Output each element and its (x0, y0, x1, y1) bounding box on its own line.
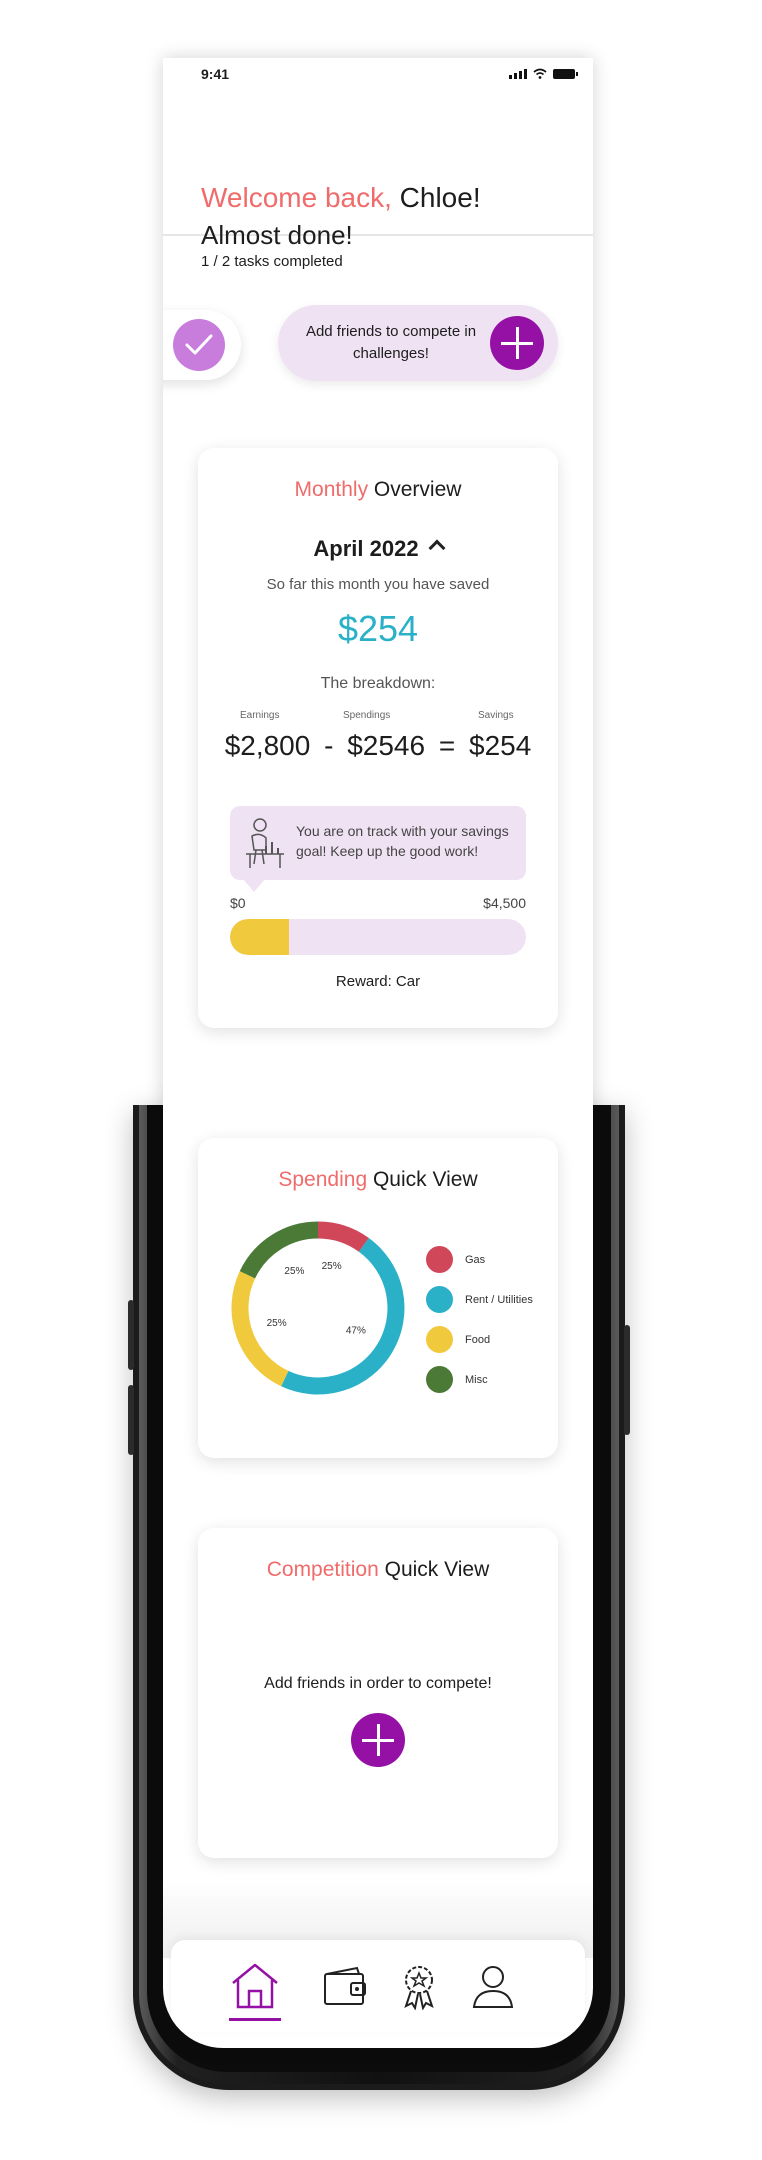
donut-slice-misc (239, 1221, 319, 1279)
goal-range-min: $0 (230, 895, 246, 911)
legend-swatch (426, 1286, 453, 1313)
pending-task-card[interactable]: Add friends to compete in challenges! (278, 305, 558, 381)
legend-label: Gas (465, 1253, 486, 1266)
pending-task-text: Add friends to compete in challenges! (305, 323, 477, 362)
welcome-prefix: Welcome back, (201, 182, 392, 213)
tip-text: You are on track with your savings goal!… (296, 823, 509, 859)
earnings-value: $2,800 (224, 730, 311, 761)
savings-equation: $2,800 - $2546 = $254 (198, 730, 558, 762)
check-icon (173, 319, 225, 371)
competition-title: Competition Quick View (198, 1558, 558, 1582)
spending-title-accent: Spending (278, 1168, 368, 1191)
minus-sign: - (324, 730, 334, 761)
active-tab-indicator (229, 2018, 281, 2021)
volume-up-button (128, 1300, 134, 1370)
legend-swatch (426, 1366, 453, 1393)
person-desk-icon (246, 818, 284, 868)
savings-value: $254 (469, 730, 532, 761)
battery-icon (553, 69, 578, 79)
competition-title-rest: Quick View (384, 1558, 490, 1581)
completed-task-card[interactable] (163, 310, 241, 380)
chevron-up-icon (428, 539, 446, 557)
power-button (624, 1325, 630, 1435)
home-icon[interactable] (225, 1956, 285, 2016)
profile-icon[interactable] (463, 1956, 523, 2016)
spendings-label: Spendings (343, 710, 391, 721)
legend-item: Misc (426, 1366, 533, 1393)
legend-item: Rent / Utilities (426, 1286, 533, 1313)
legend-label: Food (465, 1333, 491, 1346)
donut-slice-gas (317, 1221, 369, 1252)
welcome-heading: Welcome back, Chloe! (201, 182, 481, 214)
bottom-nav (171, 1940, 585, 2032)
donut-label-0: 25% (322, 1261, 342, 1272)
spending-donut-chart: 25% 47% 25% 25% (218, 1208, 418, 1408)
volume-down-button (128, 1385, 134, 1455)
competition-quick-view-card: Competition Quick View Add friends in or… (198, 1528, 558, 1858)
header: Welcome back, Chloe! (163, 118, 593, 236)
tasks-title: Almost done! (201, 220, 353, 250)
legend-item: Gas (426, 1246, 533, 1273)
donut-label-3: 25% (284, 1266, 304, 1277)
spendings-value: $2546 (347, 730, 426, 761)
savings-progress-fill (230, 919, 290, 955)
add-friend-button[interactable] (351, 1713, 405, 1767)
spending-legend: Gas Rent / Utilities Food Misc (426, 1246, 533, 1406)
donut-label-1: 47% (346, 1325, 366, 1336)
monthly-title: Monthly Overview (198, 478, 558, 502)
legend-label: Misc (465, 1373, 488, 1386)
legend-swatch (426, 1326, 453, 1353)
wifi-icon (533, 68, 547, 79)
reward-label: Reward: Car (335, 973, 421, 990)
award-icon[interactable] (389, 1956, 449, 2016)
monthly-title-accent: Monthly (294, 478, 369, 501)
goal-range-max: $4,500 (483, 895, 526, 911)
saved-label: So far this month you have saved (266, 576, 490, 593)
equals-sign: = (438, 730, 456, 761)
savings-tip: You are on track with your savings goal!… (230, 806, 526, 880)
legend-label: Rent / Utilities (465, 1293, 533, 1306)
wallet-icon[interactable] (315, 1956, 375, 2016)
tip-pointer (242, 878, 266, 892)
donut-label-2: 25% (267, 1318, 287, 1329)
competition-title-accent: Competition (266, 1558, 379, 1581)
status-icons (509, 68, 578, 79)
breakdown-label: The breakdown: (320, 675, 436, 692)
month-selector[interactable]: April 2022 (198, 536, 558, 562)
earnings-label: Earnings (240, 710, 280, 721)
monthly-overview-card: Monthly Overview April 2022 So far this … (198, 448, 558, 1028)
app-screen: 9:41 Welcome back, Chloe! Almost done! 1… (163, 58, 593, 2048)
competition-message: Add friends in order to compete! (264, 1675, 492, 1692)
legend-item: Food (426, 1326, 533, 1353)
monthly-title-rest: Overview (373, 478, 462, 501)
legend-swatch (426, 1246, 453, 1273)
savings-label: Savings (478, 710, 514, 721)
spending-title: Spending Quick View (198, 1168, 558, 1192)
savings-progress-bar (230, 919, 526, 955)
add-friends-button[interactable] (490, 316, 544, 370)
status-time: 9:41 (201, 66, 230, 82)
status-bar: 9:41 (163, 58, 593, 98)
signal-icon (509, 69, 527, 79)
saved-amount: $254 (337, 608, 419, 649)
spending-quick-view-card: Spending Quick View 25% 47% 25% 25% Gas Rent… (198, 1138, 558, 1458)
month-label: April 2022 (313, 536, 419, 561)
tasks-progress: 1 / 2 tasks completed (201, 253, 343, 270)
spending-title-rest: Quick View (372, 1168, 478, 1191)
user-name: Chloe! (399, 182, 481, 213)
